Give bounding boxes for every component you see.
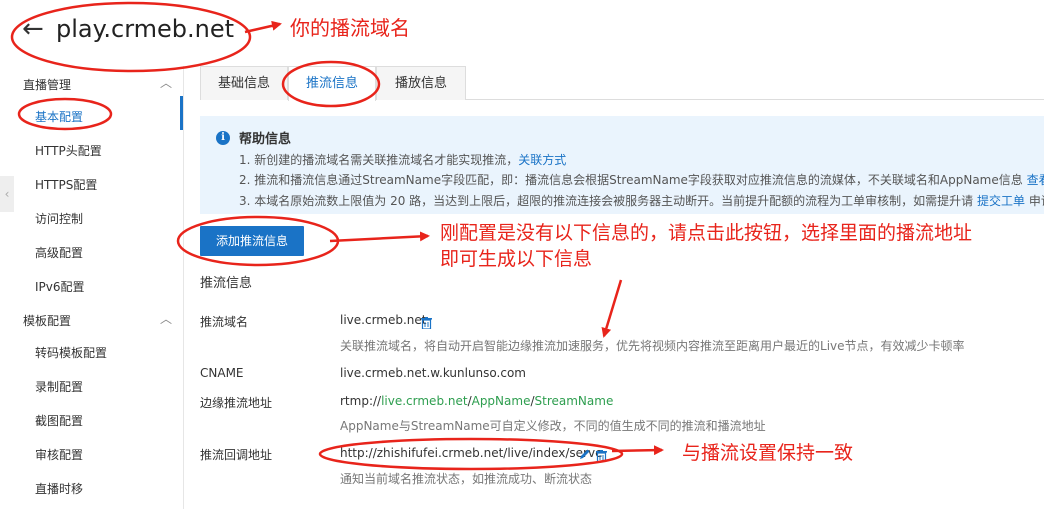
sidebar-item-access-control[interactable]: 访问控制 (35, 210, 83, 227)
push-domain-desc: 关联推流域名，将自动开启智能边缘推流加速服务，优先将视频内容推流至距离用户最近的… (340, 339, 965, 353)
tab-bar: 基础信息 推流信息 播放信息 (200, 66, 1044, 101)
chevron-up-icon[interactable]: ︿ (160, 310, 172, 327)
edge-push-label: 边缘推流地址 (200, 396, 273, 410)
info-icon: i (216, 131, 230, 145)
sidebar: 直播管理 ︿ 基本配置 HTTP头配置 HTTPS配置 访问控制 高级配置 IP… (0, 66, 184, 509)
annotation-button-note-2: 即可生成以下信息 (440, 248, 593, 270)
edge-push-value: rtmp://live.crmeb.net/AppName/StreamName (340, 394, 614, 408)
cname-value: live.crmeb.net.w.kunlunso.com (340, 366, 526, 380)
edge-push-desc: AppName与StreamName可自定义修改，不同的值生成不同的推流和播流地… (340, 419, 766, 433)
annotation-arrow-button (329, 231, 430, 243)
callback-label: 推流回调地址 (200, 448, 273, 462)
annotation-domain-note: 你的播流域名 (290, 16, 410, 40)
sidebar-group-template[interactable]: 模板配置 (23, 312, 71, 329)
sidebar-item-advanced[interactable]: 高级配置 (35, 244, 83, 261)
help-line-3: 3. 本域名原始流数上限值为 20 路，当达到上限后，超限的推流连接会被服务器主… (239, 194, 1044, 208)
sidebar-item-ipv6[interactable]: IPv6配置 (35, 278, 85, 295)
help-info-box: i 帮助信息 1. 新创建的播流域名需关联推流域名才能实现推流，关联方式 2. … (200, 116, 1044, 214)
callback-desc: 通知当前域名推流状态，如推流成功、断流状态 (340, 472, 593, 486)
callback-value: http://zhishifufei.crmeb.net/live/index/… (340, 446, 603, 460)
sidebar-collapse-handle[interactable]: ‹ (0, 176, 14, 212)
help-title: 帮助信息 (239, 132, 292, 147)
link-association-method[interactable]: 关联方式 (518, 153, 566, 167)
annotation-arrow-down (601, 279, 623, 338)
help-line-1: 1. 新创建的播流域名需关联推流域名才能实现推流，关联方式 (239, 153, 567, 167)
link-submit-ticket[interactable]: 提交工单 (977, 194, 1025, 208)
domain-title: play.crmeb.net (56, 15, 235, 43)
annotation-callback-note: 与播流设置保持一致 (682, 442, 854, 464)
sidebar-group-live-management[interactable]: 直播管理 (23, 76, 71, 93)
sidebar-item-review[interactable]: 审核配置 (35, 446, 83, 463)
sidebar-item-timeshift[interactable]: 直播时移 (35, 480, 83, 497)
sidebar-item-snapshot[interactable]: 截图配置 (35, 412, 83, 429)
annotation-arrow-callback (611, 445, 664, 456)
sidebar-item-http-header[interactable]: HTTP头配置 (35, 142, 102, 159)
push-domain-label: 推流域名 (200, 315, 249, 329)
tab-play-info[interactable]: 播放信息 (376, 66, 466, 100)
section-title: 推流信息 (200, 276, 253, 291)
annotation-button-note-1: 刚配置是没有以下信息的，请点击此按钮，选择里面的播流地址 (440, 222, 973, 244)
add-push-info-button[interactable]: 添加推流信息 (200, 226, 304, 256)
page-header: ← play.crmeb.net (0, 0, 1044, 60)
chevron-up-icon[interactable]: ︿ (160, 74, 172, 91)
tab-push-info[interactable]: 推流信息 (288, 66, 376, 101)
cname-label: CNAME (200, 366, 244, 380)
sidebar-item-transcode[interactable]: 转码模板配置 (35, 344, 107, 361)
sidebar-item-record[interactable]: 录制配置 (35, 378, 83, 395)
help-line-2: 2. 推流和播流信息通过StreamName字段匹配，即：播流信息会根据Stre… (239, 171, 1044, 188)
sidebar-active-indicator (180, 96, 183, 130)
trash-icon[interactable] (596, 450, 607, 462)
edit-icon[interactable] (579, 448, 591, 460)
push-domain-value: live.crmeb.net (340, 313, 427, 327)
sidebar-item-https[interactable]: HTTPS配置 (35, 176, 97, 193)
sidebar-item-basic-config[interactable]: 基本配置 (35, 108, 83, 125)
tab-basic-info[interactable]: 基础信息 (200, 66, 288, 100)
link-view-example[interactable]: 查看示例 (1027, 173, 1044, 187)
trash-icon[interactable] (421, 317, 432, 329)
back-arrow-icon[interactable]: ← (22, 14, 44, 44)
